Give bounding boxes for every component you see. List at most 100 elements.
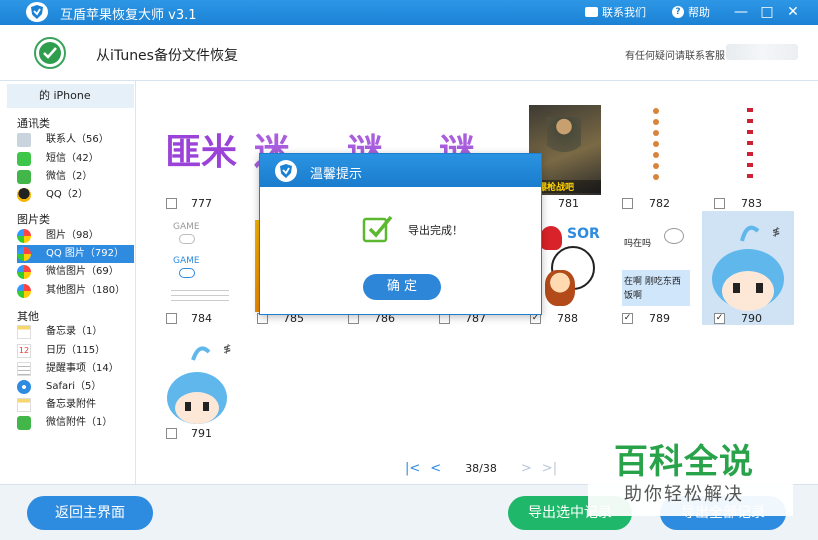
checkbox-789[interactable]: ✓: [622, 313, 633, 324]
sidebar-item-qq[interactable]: QQ（2）: [17, 186, 134, 204]
character-column-icon: [747, 108, 753, 178]
pagination: |< < 38/38 > >|: [405, 461, 557, 476]
hello-kitty-sticker: [664, 228, 684, 244]
reminders-icon: [17, 362, 31, 376]
app-title: 互盾苹果恢复大师 v3.1: [60, 8, 197, 23]
help-link[interactable]: ? 帮助: [672, 4, 710, 20]
calendar-icon: 12: [17, 344, 31, 358]
sidebar-item-label: 其他图片（180）: [46, 285, 126, 296]
notes-icon: [17, 325, 31, 339]
help-icon: ?: [672, 6, 684, 18]
thumb-image-791[interactable]: ≸: [165, 336, 235, 426]
watermark-title: 百科全说: [614, 442, 754, 482]
thumb-image-777: 匪米: [165, 132, 238, 173]
page-indicator: 38/38: [465, 462, 497, 475]
back-to-main-button[interactable]: 返回主界面: [27, 496, 153, 530]
photo-number: 790: [741, 312, 762, 325]
maximize-button[interactable]: □: [757, 2, 777, 22]
sidebar-item-wechat-photos[interactable]: 微信图片（69）: [17, 263, 134, 281]
chat-icon: [585, 7, 598, 17]
support-contact-redacted: [726, 44, 798, 60]
soldier-figure: [547, 117, 581, 165]
contact-us-link[interactable]: 联系我们: [585, 4, 646, 20]
page-title: 从iTunes备份文件恢复: [96, 48, 238, 64]
minimize-button[interactable]: —: [731, 2, 751, 22]
photo-number: 784: [191, 312, 212, 325]
sidebar: 的 iPhone 通讯类 联系人（56） 短信（42） 微信（2） QQ（2） …: [0, 81, 136, 484]
success-check-icon: [362, 214, 394, 244]
thumb-image-790[interactable]: ≸: [702, 211, 794, 325]
sidebar-item-label: QQ（2）: [46, 189, 89, 200]
emoji-column-icon: [653, 108, 659, 180]
sidebar-item-photos[interactable]: 图片（98）: [17, 227, 134, 245]
sidebar-item-label: 备忘录（1）: [46, 326, 103, 337]
photo-number: 782: [649, 197, 670, 210]
sidebar-item-label: 微信图片（69）: [46, 266, 119, 277]
first-page-button[interactable]: |<: [405, 461, 420, 476]
device-name[interactable]: 的 iPhone: [7, 84, 134, 108]
thumb-image-784[interactable]: GAME GAME: [165, 220, 237, 312]
sidebar-item-wechat-attachments[interactable]: 微信附件（1）: [17, 414, 134, 432]
contacts-icon: [17, 133, 31, 147]
game-text: GAME: [173, 222, 200, 232]
photo-number: 781: [558, 197, 579, 210]
close-button[interactable]: ✕: [783, 2, 803, 22]
qq-icon: [17, 188, 31, 202]
photo-number: 788: [557, 312, 578, 325]
thumb-image-789[interactable]: 吗在吗 在啊 刚吃东西 饭啊: [622, 220, 692, 310]
dialog-logo-icon: [274, 159, 298, 183]
other-photos-icon: [17, 284, 31, 298]
sidebar-item-label: Safari（5）: [46, 381, 102, 392]
anime-girl-icon: ≸: [167, 344, 231, 424]
next-page-button[interactable]: >: [521, 461, 532, 476]
thumb-image-782[interactable]: [647, 105, 665, 185]
checkbox-782[interactable]: [622, 198, 633, 209]
checkbox-784[interactable]: [166, 313, 177, 324]
app-logo-icon: [25, 1, 49, 23]
photos-icon: [17, 229, 31, 243]
contact-us-label: 联系我们: [602, 6, 646, 19]
chat-bubble: 在啊 刚吃东西 饭啊: [622, 270, 690, 306]
category-pictures: 图片类: [17, 213, 50, 226]
checkbox-791[interactable]: [166, 428, 177, 439]
support-text: 有任何疑问请联系客服：: [625, 51, 735, 62]
sidebar-item-safari[interactable]: Safari（5）: [17, 378, 134, 396]
checkbox-777[interactable]: [166, 198, 177, 209]
dialog-message: 导出完成！: [408, 224, 463, 237]
header: 从iTunes备份文件恢复 有任何疑问请联系客服：: [0, 25, 818, 81]
checkbox-790[interactable]: ✓: [714, 313, 725, 324]
sidebar-item-label: 微信（2）: [46, 171, 93, 182]
anime-girl-icon: ≸: [712, 225, 784, 311]
photo-number: 783: [741, 197, 762, 210]
sidebar-item-wechat[interactable]: 微信（2）: [17, 168, 134, 186]
sorry-text: SOR: [567, 226, 600, 242]
checkbox-783[interactable]: [714, 198, 725, 209]
itunes-backup-icon: [33, 36, 67, 70]
sidebar-item-sms[interactable]: 短信（42）: [17, 150, 134, 168]
gamepad-icon: [179, 268, 195, 278]
sidebar-item-notes[interactable]: 备忘录（1）: [17, 323, 134, 341]
confirm-button[interactable]: 确 定: [363, 274, 441, 300]
title-bar: 互盾苹果恢复大师 v3.1 联系我们 ? 帮助 — □ ✕: [0, 0, 818, 25]
thumb-image-783[interactable]: [741, 105, 759, 185]
sidebar-item-notes-attachments[interactable]: 备忘录附件: [17, 396, 134, 414]
help-label: 帮助: [688, 6, 710, 19]
thumb-image-788[interactable]: SOR: [537, 220, 601, 312]
wechat-attachment-icon: [17, 416, 31, 430]
prev-page-button[interactable]: <: [430, 461, 441, 476]
photo-number: 791: [191, 427, 212, 440]
sidebar-item-calendar[interactable]: 12 日历（115）: [17, 342, 134, 360]
sidebar-item-label: 提醒事项（14）: [46, 363, 119, 374]
red-hat-figure: [540, 226, 562, 250]
qq-photos-icon: [17, 247, 31, 261]
photo-number: 777: [191, 197, 212, 210]
sidebar-item-other-photos[interactable]: 其他图片（180）: [17, 282, 134, 300]
game-text: GAME: [173, 256, 200, 266]
sidebar-item-contacts[interactable]: 联系人（56）: [17, 131, 134, 149]
sidebar-item-reminders[interactable]: 提醒事项（14）: [17, 360, 134, 378]
small-print-lines: [171, 286, 229, 304]
sidebar-item-qq-photos[interactable]: QQ 图片（792）: [17, 245, 134, 263]
chat-line-1: 吗在吗: [624, 239, 652, 249]
last-page-button[interactable]: >|: [542, 461, 557, 476]
dialog-title: 温馨提示: [310, 167, 363, 182]
